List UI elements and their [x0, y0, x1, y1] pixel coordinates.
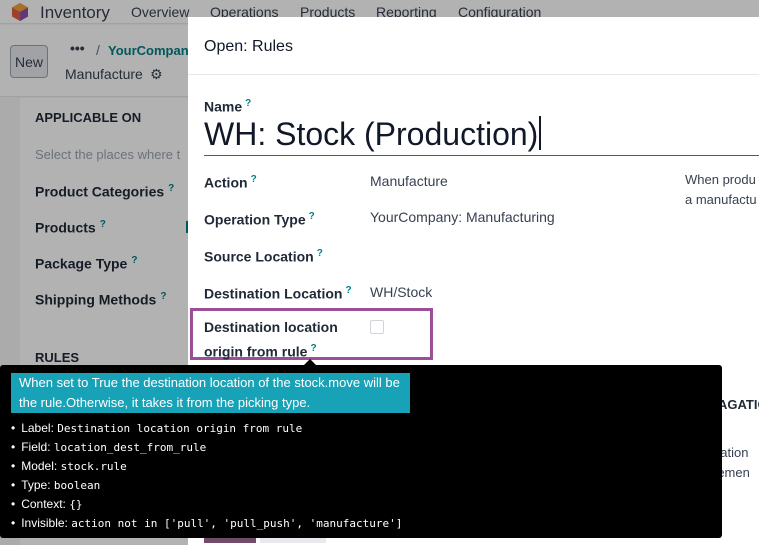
destination-location-field[interactable]: WH/Stock — [370, 284, 432, 300]
help-icon[interactable]: ? — [345, 285, 351, 296]
help-icon[interactable]: ? — [310, 343, 316, 354]
operation-type-field[interactable]: YourCompany: Manufacturing — [370, 209, 555, 225]
tooltip-detail-context: Context: {} — [11, 495, 402, 514]
dialog-header: Open: Rules — [188, 17, 759, 75]
destination-location-label: Destination Location? — [204, 285, 352, 302]
destination-origin-checkbox[interactable] — [370, 320, 384, 334]
dialog-title: Open: Rules — [204, 38, 293, 55]
text-caret — [539, 116, 542, 150]
help-icon[interactable]: ? — [309, 211, 315, 222]
tooltip-detail-label: Label: Destination location origin from … — [11, 419, 402, 438]
destination-origin-label: Destination location origin from rule? — [204, 319, 338, 360]
tooltip-detail-invisible: Invisible: action not in ['pull', 'pull_… — [11, 514, 402, 533]
help-icon[interactable]: ? — [251, 174, 257, 185]
name-input[interactable]: WH: Stock (Production) — [204, 114, 759, 156]
tooltip-help-text: When set to True the destination locatio… — [11, 373, 410, 413]
operation-type-label: Operation Type? — [204, 211, 315, 228]
tooltip-detail-type: Type: boolean — [11, 476, 402, 495]
source-location-label: Source Location? — [204, 248, 323, 265]
tooltip-detail-field: Field: location_dest_from_rule — [11, 438, 402, 457]
field-tooltip: When set to True the destination locatio… — [0, 365, 722, 538]
action-select[interactable]: Manufacture — [370, 173, 448, 189]
tooltip-details: Label: Destination location origin from … — [11, 419, 402, 533]
action-label: Action? — [204, 174, 257, 191]
propagation-section-heading: AGATIO — [718, 397, 759, 412]
tooltip-detail-model: Model: stock.rule — [11, 457, 402, 476]
action-help-text: When produ a manufactu — [685, 172, 757, 207]
help-icon[interactable]: ? — [317, 248, 323, 259]
help-icon[interactable]: ? — [245, 98, 251, 109]
